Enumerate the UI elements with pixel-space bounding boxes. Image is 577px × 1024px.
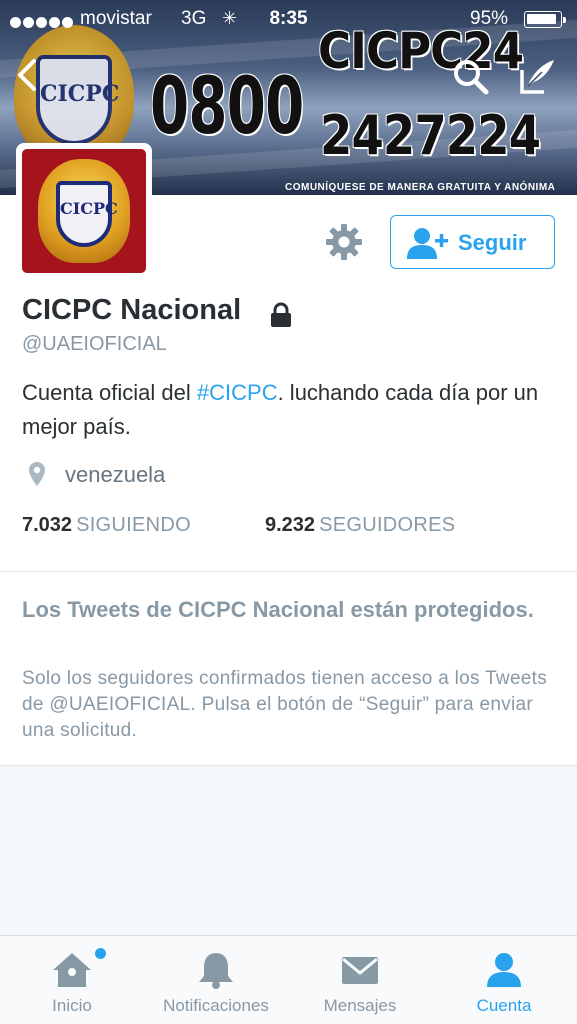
home-icon — [50, 950, 94, 990]
following-label: SIGUIENDO — [76, 514, 191, 536]
avatar[interactable]: CICPC — [16, 143, 152, 279]
followers-label: SEGUIDORES — [319, 514, 456, 536]
battery-percent: 95% — [470, 8, 509, 29]
add-user-icon — [405, 227, 449, 259]
tab-notifications-label: Notificaciones — [163, 996, 269, 1015]
protected-notice-title: Los Tweets de CICPC Nacional están prote… — [22, 597, 534, 622]
followers-stat[interactable]: 9.232 SEGUIDORES — [265, 514, 455, 537]
profile-bio: Cuenta oficial del #CICPC. luchando cada… — [22, 376, 562, 444]
tab-notifications[interactable]: Notificaciones — [144, 936, 288, 1024]
follow-button[interactable]: Seguir — [390, 215, 555, 269]
gear-icon — [326, 224, 362, 260]
followers-count: 9.232 — [265, 514, 316, 536]
person-icon — [482, 950, 526, 990]
following-count: 7.032 — [22, 514, 73, 536]
tab-account-label: Cuenta — [476, 996, 532, 1015]
status-bar: movistar 3G ✳ 8:35 95% — [0, 0, 577, 38]
tab-account[interactable]: Cuenta — [432, 936, 576, 1024]
bell-icon — [194, 950, 238, 990]
tab-home-label: Inicio — [52, 996, 92, 1015]
banner-phone-number: 2427224 — [320, 104, 541, 167]
follow-button-label: Seguir — [458, 230, 527, 255]
avatar-image: CICPC — [22, 149, 146, 273]
banner-footer-text: COMUNÍQUESE DE MANERA GRATUITA Y ANÓNIMA — [285, 182, 556, 193]
compose-tweet-icon[interactable] — [518, 56, 558, 96]
lock-icon — [270, 302, 292, 328]
bottom-tab-bar: Inicio Notificaciones Mensajes Cuenta — [0, 935, 577, 1024]
tab-messages-label: Mensajes — [323, 996, 397, 1015]
profile-name: CICPC Nacional — [22, 294, 242, 326]
new-content-dot — [95, 948, 106, 959]
banner-shield-text: CICPC — [40, 81, 120, 107]
banner-phone-prefix: 0800 — [150, 62, 304, 152]
search-icon[interactable] — [452, 58, 490, 96]
avatar-badge: CICPC — [38, 159, 130, 263]
envelope-icon — [338, 950, 382, 990]
profile-handle: @UAEIOFICIAL — [22, 333, 167, 355]
empty-timeline-area — [0, 766, 577, 936]
bio-hashtag-link[interactable]: #CICPC — [197, 380, 278, 405]
settings-gear-button[interactable] — [322, 220, 366, 264]
location-pin-icon — [28, 461, 46, 487]
back-arrow-icon[interactable] — [14, 58, 44, 92]
tab-home[interactable]: Inicio — [0, 936, 144, 1024]
bio-text-prefix: Cuenta oficial del — [22, 380, 197, 405]
battery-icon — [524, 11, 566, 28]
protected-tweets-notice: Los Tweets de CICPC Nacional están prote… — [0, 572, 577, 765]
avatar-shield-text: CICPC — [60, 199, 118, 218]
protected-notice-description: Solo los seguidores confirmados tienen a… — [22, 668, 548, 741]
tab-messages[interactable]: Mensajes — [288, 936, 432, 1024]
following-stat[interactable]: 7.032 SIGUIENDO — [22, 514, 191, 537]
profile-location: venezuela — [65, 462, 166, 487]
